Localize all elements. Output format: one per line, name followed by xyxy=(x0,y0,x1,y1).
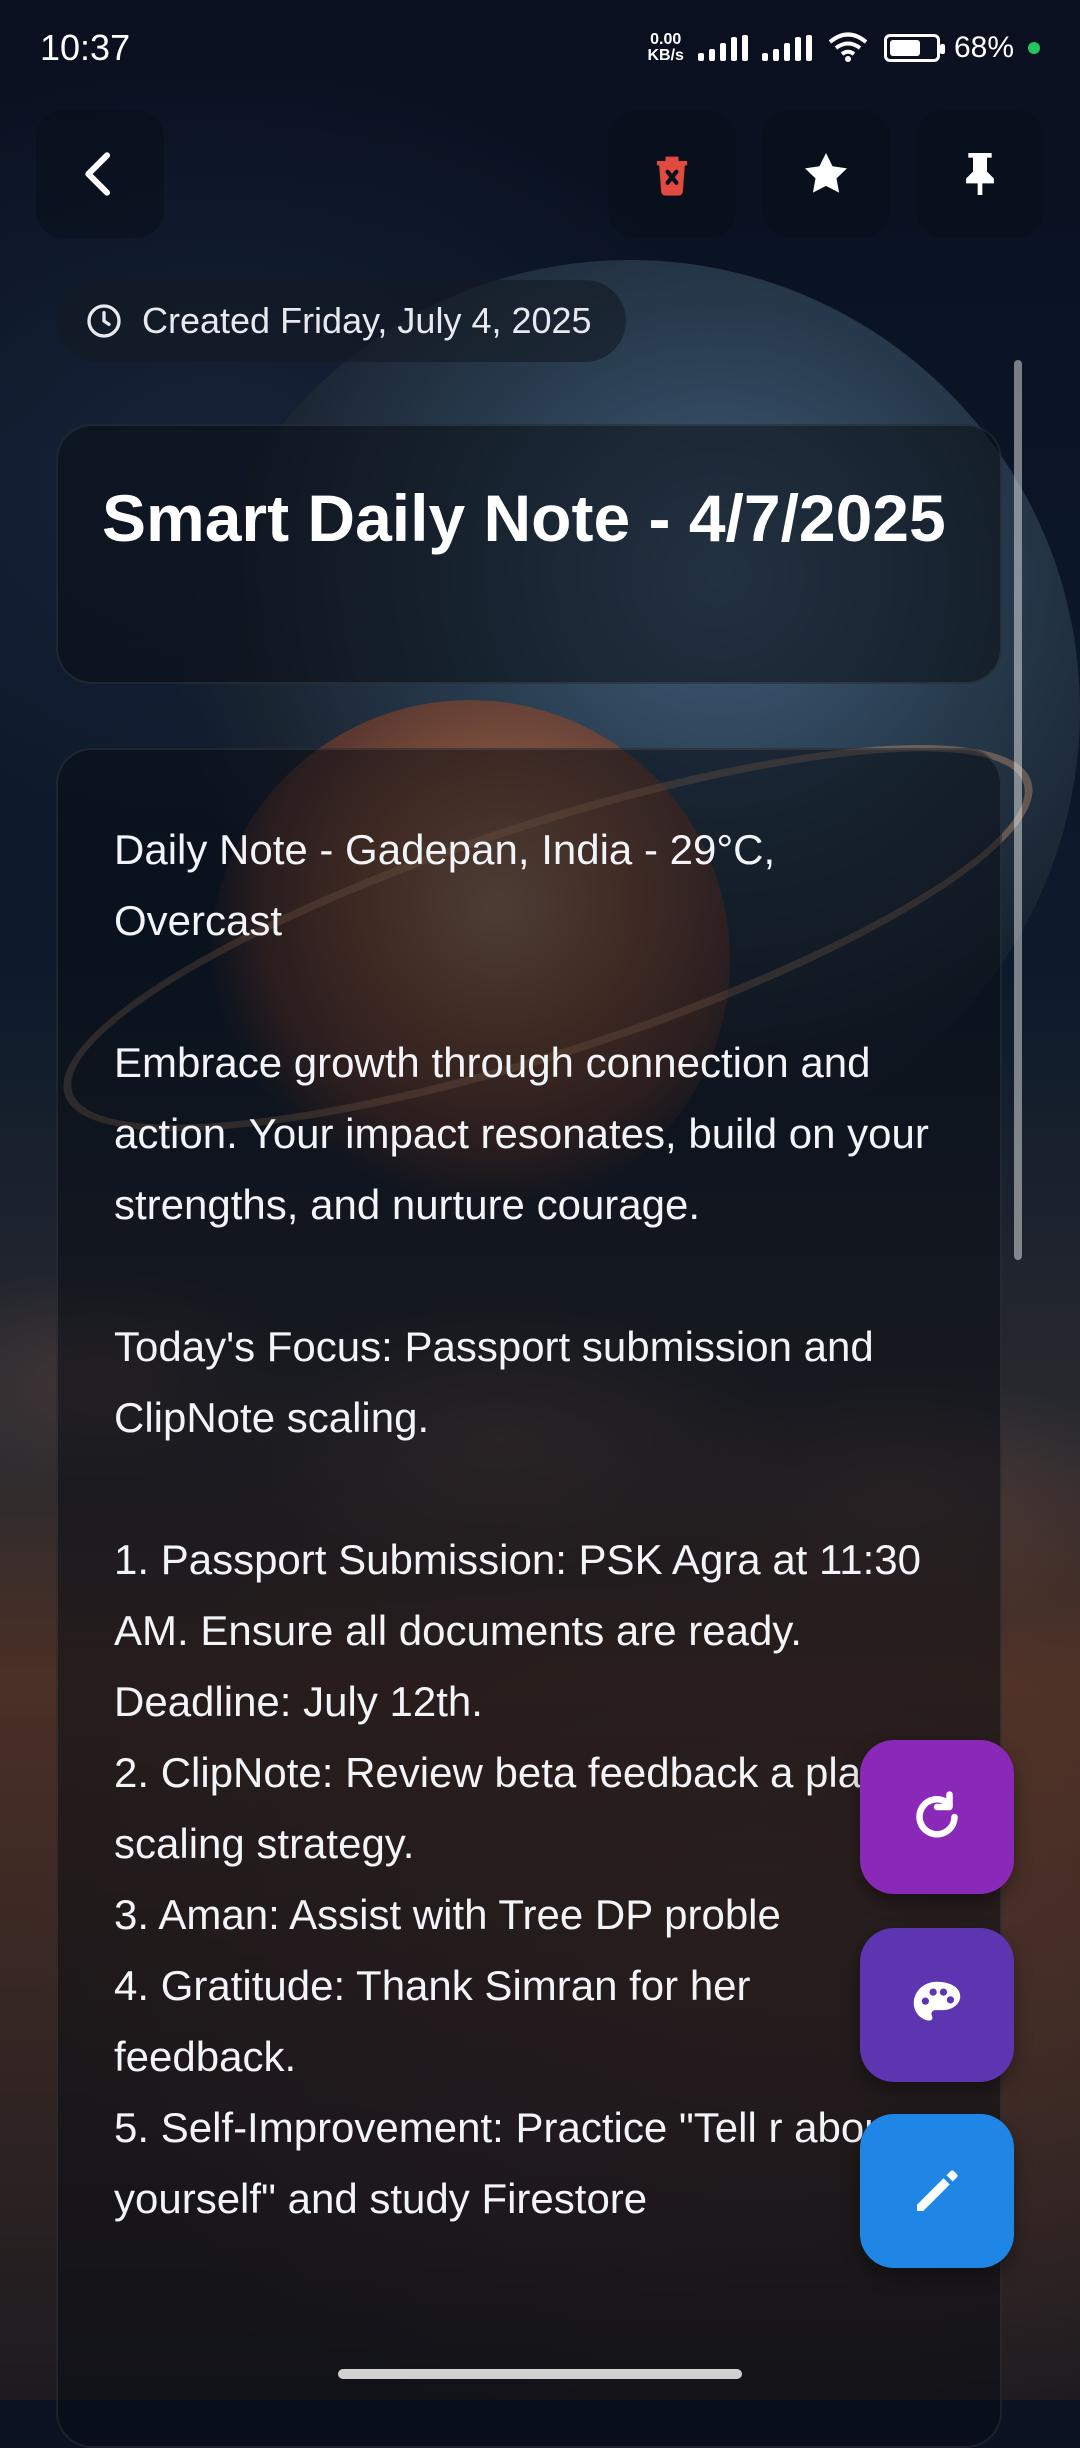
home-indicator[interactable] xyxy=(338,2369,742,2379)
list-item: 5. Self-Improvement: Practice "Tell r ab… xyxy=(114,2104,900,2222)
battery-icon xyxy=(883,34,945,62)
pin-button[interactable] xyxy=(916,110,1044,238)
chevron-left-icon xyxy=(85,152,111,196)
net-speed: 0.00 KB/s xyxy=(647,31,684,64)
signal-icon-2 xyxy=(761,35,812,61)
trash-icon xyxy=(656,156,688,196)
note-header-line: Daily Note - Gadepan, India - 29°C, Over… xyxy=(114,826,776,944)
created-date-chip: Created Friday, July 4, 2025 xyxy=(56,280,626,362)
theme-palette-button[interactable] xyxy=(860,1928,1014,2082)
star-icon xyxy=(805,153,847,193)
list-item: 2. ClipNote: Review beta feedback a plan… xyxy=(114,1749,885,1867)
list-item: 1. Passport Submission: PSK Agra at 11:3… xyxy=(114,1536,922,1725)
status-bar: 10:37 0.00 KB/s 68% xyxy=(0,0,1080,96)
favorite-button[interactable] xyxy=(762,110,890,238)
refresh-icon xyxy=(916,1791,958,1838)
back-button[interactable] xyxy=(36,110,164,238)
refresh-button[interactable] xyxy=(860,1740,1014,1894)
list-item: 4. Gratitude: Thank Simran for her feedb… xyxy=(114,1962,751,2080)
pin-icon xyxy=(966,153,994,195)
pencil-icon xyxy=(917,2170,958,2211)
signal-icon-1 xyxy=(697,35,748,61)
created-date-text: Created Friday, July 4, 2025 xyxy=(142,300,592,341)
edit-button[interactable] xyxy=(860,2114,1014,2268)
wifi-icon xyxy=(828,32,868,62)
note-body[interactable]: Daily Note - Gadepan, India - 29°C, Over… xyxy=(114,814,944,2234)
status-time: 10:37 xyxy=(40,27,131,68)
note-title[interactable]: Smart Daily Note - 4/7/2025 xyxy=(102,476,956,560)
scrollbar[interactable] xyxy=(1014,360,1022,1260)
charging-dot xyxy=(1028,42,1040,54)
note-focus: Today's Focus: Passport submission and C… xyxy=(114,1323,874,1441)
note-intro: Embrace growth through connection and ac… xyxy=(114,1039,929,1228)
list-item: 3. Aman: Assist with Tree DP proble xyxy=(114,1891,781,1938)
note-toolbar xyxy=(0,110,1080,238)
note-list: 1. Passport Submission: PSK Agra at 11:3… xyxy=(114,1524,944,2234)
status-icons: 0.00 KB/s 68% xyxy=(647,31,1040,65)
battery-percentage: 68% xyxy=(953,31,1014,64)
note-title-card[interactable]: Smart Daily Note - 4/7/2025 xyxy=(56,424,1002,684)
palette-icon xyxy=(913,1981,961,2021)
clock-icon xyxy=(87,304,121,338)
delete-button[interactable] xyxy=(608,110,736,238)
